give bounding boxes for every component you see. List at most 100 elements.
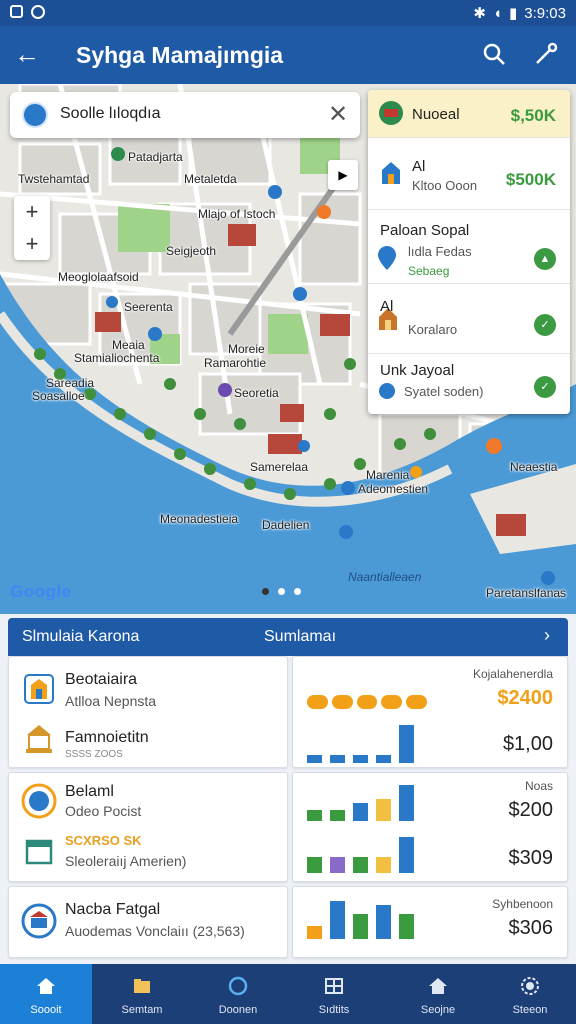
listing-card[interactable]: Beotaiaira Atlloa Nepnsta Famnoietitn SS… bbox=[8, 656, 288, 768]
search-icon[interactable] bbox=[482, 42, 506, 66]
zoom-in-button[interactable]: + bbox=[14, 196, 50, 228]
nav-label: Soooit bbox=[30, 1004, 62, 1016]
directions-icon[interactable]: ▲ bbox=[534, 248, 556, 270]
card-name: SCXRSO SK bbox=[65, 833, 142, 848]
map-label: Stamialiochenta bbox=[74, 351, 160, 365]
compass-icon bbox=[228, 976, 248, 996]
chart-bar bbox=[307, 755, 322, 763]
place-subtitle: Syatel soden) bbox=[404, 384, 484, 399]
place-title: Paloan Sopal bbox=[380, 222, 470, 239]
battery-icon: ▮ bbox=[509, 5, 518, 22]
card-subtitle: Odeo Pocist bbox=[65, 803, 142, 819]
map-label: Moreie bbox=[228, 342, 265, 356]
chart-bar bbox=[399, 913, 414, 939]
stats-header: Syhbenoon bbox=[492, 897, 553, 911]
place-tag: Sebaeg bbox=[408, 264, 450, 278]
bluetooth-icon: ✱ bbox=[473, 5, 486, 22]
temple-icon bbox=[382, 162, 400, 184]
chart-bar bbox=[353, 755, 368, 763]
directions-icon[interactable]: ✓ bbox=[534, 376, 556, 398]
navigate-icon[interactable]: ▶ bbox=[328, 160, 358, 190]
chart-bar bbox=[353, 913, 368, 939]
directions-icon[interactable]: ✓ bbox=[534, 314, 556, 336]
page-dot[interactable] bbox=[278, 588, 285, 595]
sync-icon bbox=[31, 5, 45, 19]
place-item[interactable]: Paloan Sopal lıdla Fedas Sebaeg ▲ bbox=[368, 210, 570, 284]
nav-item-home[interactable]: Soooit bbox=[0, 964, 92, 1024]
card-subtitle: SSSS ZOOS bbox=[65, 749, 123, 760]
card-name: Beotaiaira bbox=[65, 671, 138, 688]
app-bar: ← Syhga Mamajımgia bbox=[0, 26, 576, 84]
beach-icon bbox=[21, 783, 57, 819]
card-name: Nacba Fatgal bbox=[65, 901, 161, 918]
place-subtitle: lıdla Fedas bbox=[408, 244, 472, 259]
restaurant-icon bbox=[379, 101, 403, 125]
chart-bar bbox=[376, 799, 391, 821]
nav-item-settings[interactable]: Steeon bbox=[484, 964, 576, 1024]
wifi-icon: ◖ bbox=[492, 4, 503, 22]
chart-bar bbox=[376, 857, 391, 873]
stats-card[interactable]: Kojalahenerdla $2400 $1,00 bbox=[292, 656, 568, 768]
page-dot[interactable] bbox=[294, 588, 301, 595]
map-label: Patadjarta bbox=[128, 150, 183, 164]
map-label: Meonadestieia bbox=[160, 512, 239, 526]
chart-bar bbox=[406, 695, 427, 709]
card-subtitle: Sleoleraiıj Amerien) bbox=[65, 853, 187, 869]
place-item[interactable]: Al Kltoo Ooon $500K bbox=[368, 138, 570, 210]
place-item[interactable]: Nuoeal $,50K bbox=[368, 90, 570, 138]
grid-icon bbox=[325, 978, 343, 994]
chart-bar bbox=[356, 695, 378, 709]
map-label: Samerelaa bbox=[250, 460, 309, 474]
page-indicator[interactable] bbox=[262, 588, 301, 595]
stats-value: $309 bbox=[508, 847, 554, 869]
map-label: Neaestia bbox=[510, 460, 558, 474]
stats-card[interactable]: Syhbenoon $306 bbox=[292, 886, 568, 958]
stats-value: $2400 bbox=[497, 687, 553, 709]
chart-bar bbox=[376, 905, 391, 939]
search-input[interactable]: Soolle lıloqdıa bbox=[60, 105, 346, 123]
chevron-right-icon[interactable]: › bbox=[544, 625, 550, 646]
status-time: 3:9:03 bbox=[524, 4, 566, 22]
place-subtitle: Koralaro bbox=[408, 322, 458, 337]
map-search-box[interactable]: Soolle lıloqdıa ✕ bbox=[10, 92, 360, 138]
chart-bar bbox=[376, 755, 391, 763]
edit-icon[interactable] bbox=[534, 42, 558, 66]
map-label: Seoretia bbox=[234, 386, 279, 400]
museum-icon bbox=[21, 903, 57, 939]
nav-label: Doonen bbox=[218, 1004, 258, 1016]
page-dot[interactable] bbox=[262, 588, 269, 595]
zoom-out-button[interactable]: + bbox=[14, 228, 50, 260]
page-title: Syhga Mamajımgia bbox=[76, 42, 284, 68]
zoom-controls: + + bbox=[14, 196, 50, 260]
nav-item-explore[interactable]: Doonen bbox=[192, 964, 284, 1024]
map-label: Ramarohtie bbox=[204, 356, 267, 370]
nav-item-grid[interactable]: Sıdtits bbox=[288, 964, 380, 1024]
close-icon[interactable]: ✕ bbox=[328, 100, 348, 129]
settings-icon bbox=[521, 977, 539, 995]
info-icon bbox=[379, 383, 395, 399]
stats-card[interactable]: Noas $200 $309 bbox=[292, 772, 568, 882]
listing-card[interactable]: Nacba Fatgal Auodemas Vonclaiıı (23,563) bbox=[8, 886, 288, 958]
listing-card[interactable]: Belaml Odeo Pocist SCXRSO SK Sleoleraiıj… bbox=[8, 772, 288, 882]
place-subtitle: Kltoo Ooon bbox=[412, 178, 478, 193]
chart-bar bbox=[330, 901, 345, 939]
map-label: Naantialleaen bbox=[348, 570, 422, 584]
folder-icon bbox=[134, 979, 150, 993]
summary-left-label: Slmulaia Karona bbox=[22, 628, 140, 645]
card-subtitle: Atlloa Nepnsta bbox=[65, 693, 157, 709]
card-name: Famnoietitn bbox=[65, 729, 149, 746]
place-title: Unk Jayoal bbox=[380, 362, 455, 379]
place-item[interactable]: Al Koralaro ✓ bbox=[368, 284, 570, 354]
google-logo: Google bbox=[10, 582, 72, 602]
place-item[interactable]: Unk Jayoal Syatel soden) ✓ bbox=[368, 354, 570, 414]
location-pin-icon bbox=[378, 246, 396, 270]
chart-bar bbox=[307, 810, 322, 821]
map-label: Metaletda bbox=[184, 172, 237, 186]
place-price: $500K bbox=[505, 170, 556, 189]
back-arrow-icon[interactable]: ← bbox=[14, 40, 40, 68]
home-icon bbox=[37, 978, 55, 994]
nav-item-saved[interactable]: Semtam bbox=[96, 964, 188, 1024]
temple-icon bbox=[26, 725, 52, 753]
summary-header[interactable]: Slmulaia Karona Sumlamaı › bbox=[8, 618, 568, 656]
nav-item-places[interactable]: Seojne bbox=[392, 964, 484, 1024]
